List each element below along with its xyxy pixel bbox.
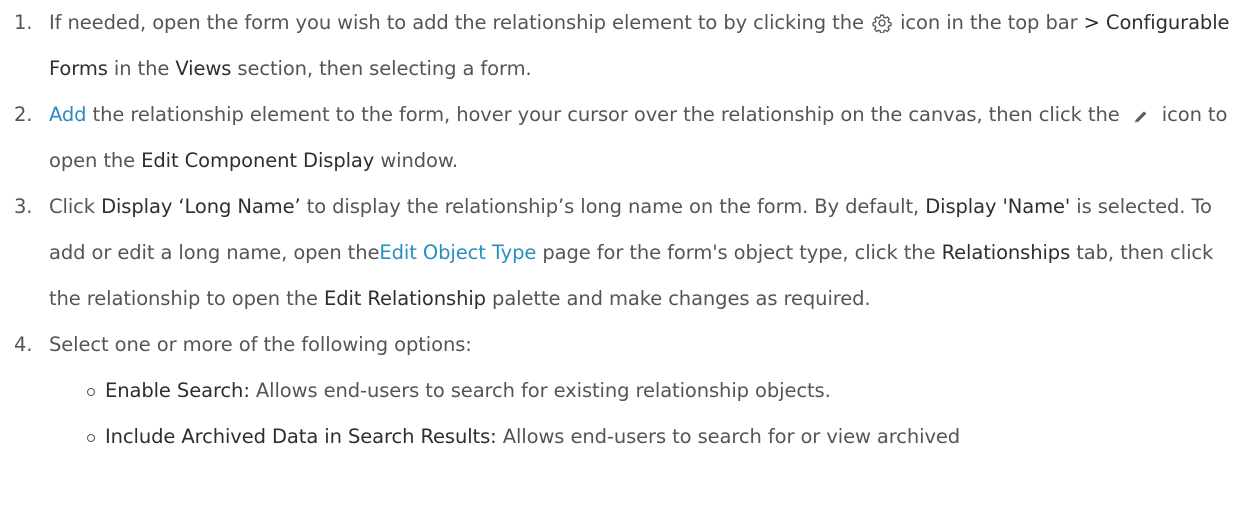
option-label: Include Archived Data in Search Results:	[105, 425, 497, 448]
option-include-archived: Include Archived Data in Search Results:…	[49, 414, 1244, 460]
step-text: Select one or more of the following opti…	[49, 333, 472, 356]
add-link[interactable]: Add	[49, 103, 87, 126]
display-long-name-label: Display ‘Long Name’	[101, 195, 301, 218]
step-number: 2.	[14, 103, 33, 126]
step-text: palette and make changes as required.	[485, 287, 871, 310]
document: 1. If needed, open the form you wish to …	[0, 0, 1252, 531]
options-list: Enable Search: Allows end-users to searc…	[49, 368, 1244, 460]
step-text: Click	[49, 195, 102, 218]
step-number: 3.	[14, 195, 33, 218]
step-text: to display the relationship’s long name …	[300, 195, 926, 218]
step-1: 1. If needed, open the form you wish to …	[0, 0, 1244, 92]
gear-icon	[872, 4, 892, 34]
pencil-icon	[1130, 98, 1150, 123]
step-text: If needed, open the form you wish to add…	[49, 11, 870, 34]
step-number: 1.	[14, 11, 33, 34]
views-label: Views	[175, 57, 232, 80]
step-number: 4.	[14, 333, 33, 356]
edit-object-type-link[interactable]: Edit Object Type	[379, 241, 536, 264]
relationships-tab-label: Relationships	[941, 241, 1071, 264]
bullet-icon	[87, 388, 95, 396]
step-2: 2. Add the relationship element to the f…	[0, 92, 1244, 184]
bullet-icon	[87, 434, 95, 442]
steps-list: 1. If needed, open the form you wish to …	[0, 0, 1244, 460]
step-4: 4. Select one or more of the following o…	[0, 322, 1244, 460]
step-3: 3. Click Display ‘Long Name’ to display …	[0, 184, 1244, 322]
step-text: section, then selecting a form.	[231, 57, 532, 80]
edit-relationship-label: Edit Relationship	[323, 287, 486, 310]
edit-component-display-label: Edit Component Display	[141, 149, 375, 172]
step-text: in the	[107, 57, 176, 80]
option-description: Allows end-users to search for or view a…	[496, 425, 961, 448]
step-text: the relationship element to the form, ho…	[86, 103, 1126, 126]
option-label: Enable Search:	[105, 379, 250, 402]
option-description: Allows end-users to search for existing …	[249, 379, 831, 402]
option-enable-search: Enable Search: Allows end-users to searc…	[49, 368, 1244, 414]
step-text: window.	[374, 149, 459, 172]
step-text: page for the form's object type, click t…	[536, 241, 942, 264]
display-name-label: Display 'Name'	[925, 195, 1071, 218]
step-text: icon in the top bar	[893, 11, 1084, 34]
